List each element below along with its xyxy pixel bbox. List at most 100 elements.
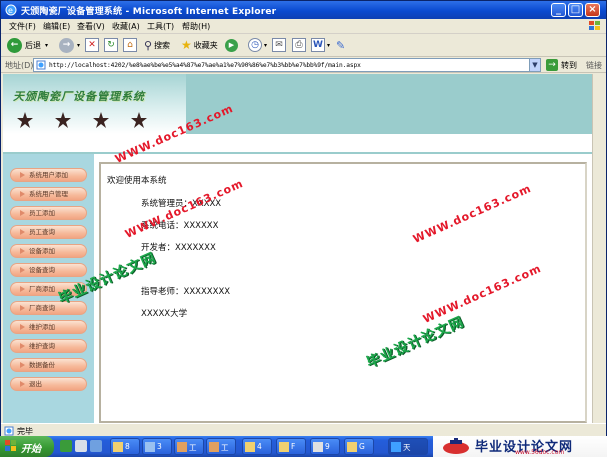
svg-text:e: e bbox=[8, 6, 13, 15]
go-label: 转到 bbox=[561, 60, 577, 70]
taskbar-item[interactable]: 3 bbox=[142, 438, 172, 455]
messenger-button[interactable]: ✎ bbox=[336, 37, 345, 53]
start-button[interactable]: 开始 bbox=[0, 436, 54, 457]
menu-favorites[interactable]: 收藏(A) bbox=[112, 21, 140, 32]
sidebar-item-add-vendor[interactable]: 厂商添加 bbox=[10, 282, 87, 296]
app-icon bbox=[209, 442, 219, 452]
app-icon bbox=[145, 442, 155, 452]
back-arrow-icon: ← bbox=[7, 37, 22, 53]
quicklaunch-desktop-icon[interactable] bbox=[75, 440, 87, 452]
address-url: http://localhost:4202/%e8%ae%be%e5%a4%87… bbox=[49, 62, 361, 69]
print-icon: ⎙ bbox=[292, 38, 306, 52]
sidebar-item-add-equipment[interactable]: 设备添加 bbox=[10, 244, 87, 258]
triangle-right-icon bbox=[20, 267, 25, 273]
sidebar-item-query-equipment[interactable]: 设备查询 bbox=[10, 263, 87, 277]
menu-view[interactable]: 查看(V) bbox=[77, 21, 105, 32]
quicklaunch-ie-icon[interactable] bbox=[60, 440, 72, 452]
stars-decoration bbox=[17, 112, 147, 128]
address-dropdown-icon[interactable]: ▼ bbox=[529, 59, 540, 71]
home-button[interactable]: ⌂ bbox=[123, 37, 137, 53]
refresh-icon: ↻ bbox=[104, 38, 118, 52]
chevron-down-icon: ▾ bbox=[327, 41, 331, 49]
taskbar-item[interactable]: 工 bbox=[174, 438, 204, 455]
university-text: XXXXX大学 bbox=[141, 309, 188, 319]
media-icon: ▶ bbox=[225, 38, 238, 52]
taskbar-item[interactable]: 工 bbox=[206, 438, 236, 455]
page-scrollbar[interactable] bbox=[592, 74, 606, 423]
triangle-right-icon bbox=[20, 381, 25, 387]
taskbar-item[interactable]: G bbox=[344, 438, 374, 455]
close-button[interactable]: × bbox=[585, 3, 600, 17]
history-icon: ◷ bbox=[248, 38, 262, 52]
chevron-down-icon: ▾ bbox=[77, 41, 81, 49]
search-icon: ⚲ bbox=[144, 38, 153, 52]
favorites-button[interactable]: ★ 收藏夹 bbox=[181, 37, 218, 53]
sidebar-item-manage-system-user[interactable]: 系统用户管理 bbox=[10, 187, 87, 201]
mail-button[interactable]: ✉ bbox=[272, 37, 286, 53]
triangle-right-icon bbox=[20, 248, 25, 254]
status-bar: 完毕 bbox=[1, 423, 606, 437]
app-icon bbox=[279, 442, 289, 452]
sidebar-item-logout[interactable]: 退出 bbox=[10, 377, 87, 391]
app-icon bbox=[177, 442, 187, 452]
taskbar-item-active[interactable]: 天 bbox=[388, 438, 428, 455]
start-label: 开始 bbox=[21, 444, 41, 455]
windows-logo-icon bbox=[589, 21, 600, 30]
mail-icon: ✉ bbox=[272, 38, 286, 52]
forward-arrow-icon: → bbox=[59, 37, 74, 53]
back-label: 后退 bbox=[25, 40, 41, 50]
app-icon bbox=[245, 442, 255, 452]
sidebar-item-add-employee[interactable]: 员工添加 bbox=[10, 206, 87, 220]
taskbar-item[interactable]: 4 bbox=[242, 438, 272, 455]
tray-banner: 毕业设计论文网 www.56doc.com bbox=[433, 436, 607, 457]
sidebar-item-query-vendor[interactable]: 厂商查询 bbox=[10, 301, 87, 315]
triangle-right-icon bbox=[20, 324, 25, 330]
taskbar-item[interactable]: 8 bbox=[110, 438, 140, 455]
taskbar: 开始 8 3 工 工 4 F 9 G 天 毕业设计论文网 www.56doc.c… bbox=[0, 436, 607, 457]
messenger-icon: ✎ bbox=[336, 38, 346, 52]
taskbar-item[interactable]: 9 bbox=[310, 438, 340, 455]
ie-icon bbox=[391, 442, 401, 452]
edit-button[interactable]: W ▾ bbox=[311, 37, 330, 53]
maximize-button[interactable]: □ bbox=[568, 3, 583, 17]
triangle-right-icon bbox=[20, 191, 25, 197]
triangle-right-icon bbox=[20, 305, 25, 311]
menu-bar: 文件(F) 编辑(E) 查看(V) 收藏(A) 工具(T) 帮助(H) bbox=[1, 19, 606, 34]
triangle-right-icon bbox=[20, 210, 25, 216]
triangle-right-icon bbox=[20, 229, 25, 235]
sidebar-item-add-system-user[interactable]: 系统用户添加 bbox=[10, 168, 87, 182]
back-button[interactable]: ← 后退 ▾ bbox=[7, 37, 48, 53]
menu-file[interactable]: 文件(F) bbox=[9, 21, 36, 32]
page-viewport: 天颁陶瓷厂设备管理系统 系统用户添加 系统用户管理 员工添加 员工查询 设备添加… bbox=[3, 74, 592, 423]
sidebar-item-data-backup[interactable]: 数据备份 bbox=[10, 358, 87, 372]
admin-text: 系统管理员：XXXXX bbox=[141, 199, 222, 209]
refresh-button[interactable]: ↻ bbox=[104, 37, 118, 53]
minimize-button[interactable]: _ bbox=[551, 3, 566, 17]
forward-button[interactable]: → ▾ bbox=[59, 37, 80, 53]
media-button[interactable]: ▶ bbox=[225, 37, 238, 53]
links-label[interactable]: 链接 bbox=[586, 60, 602, 71]
taskbar-item[interactable]: F bbox=[276, 438, 306, 455]
sidebar-item-query-maintenance[interactable]: 维护查询 bbox=[10, 339, 87, 353]
site-logo-icon bbox=[443, 438, 469, 454]
address-input[interactable]: http://localhost:4202/%e8%ae%be%e5%a4%87… bbox=[33, 58, 541, 72]
menu-edit[interactable]: 编辑(E) bbox=[43, 21, 70, 32]
go-button[interactable]: → 转到 bbox=[546, 59, 577, 71]
triangle-right-icon bbox=[20, 172, 25, 178]
menu-help[interactable]: 帮助(H) bbox=[182, 21, 210, 32]
triangle-right-icon bbox=[20, 343, 25, 349]
search-button[interactable]: ⚲ 搜索 bbox=[144, 37, 170, 53]
menu-tools[interactable]: 工具(T) bbox=[147, 21, 174, 32]
sidebar-item-add-maintenance[interactable]: 维护添加 bbox=[10, 320, 87, 334]
sidebar-item-query-employee[interactable]: 员工查询 bbox=[10, 225, 87, 239]
window-title: 天颁陶瓷厂设备管理系统 - Microsoft Internet Explore… bbox=[21, 7, 277, 17]
history-button[interactable]: ◷ ▾ bbox=[248, 37, 267, 53]
title-bar[interactable]: e 天颁陶瓷厂设备管理系统 - Microsoft Internet Explo… bbox=[1, 1, 606, 19]
address-label: 地址(D) bbox=[5, 61, 34, 70]
stop-button[interactable]: ✕ bbox=[85, 37, 99, 53]
advisor-text: 指导老师：XXXXXXXX bbox=[141, 287, 231, 297]
print-button[interactable]: ⎙ bbox=[292, 37, 306, 53]
quicklaunch-media-icon[interactable] bbox=[90, 440, 102, 452]
app-icon bbox=[313, 442, 323, 452]
search-label: 搜索 bbox=[154, 40, 171, 50]
